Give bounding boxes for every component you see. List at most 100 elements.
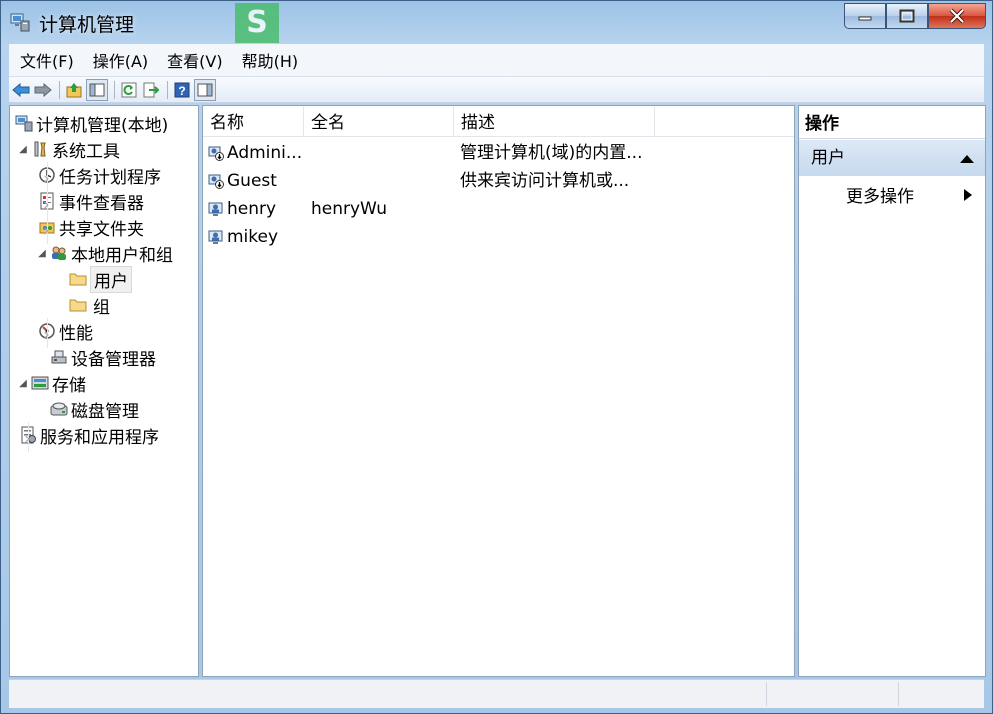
status-bar-panel	[898, 682, 987, 706]
user-name: Admini...	[227, 143, 303, 163]
action-section-users[interactable]: 用户	[799, 140, 985, 176]
menu-help[interactable]: 帮助(H)	[234, 48, 307, 72]
tree-node-users[interactable]: 用户	[67, 265, 132, 293]
user-icon	[208, 202, 223, 216]
folder-icon	[69, 296, 87, 314]
disk-icon	[50, 400, 68, 418]
menu-view[interactable]: 查看(V)	[159, 48, 230, 72]
tree-label: 本地用户和组	[71, 245, 173, 266]
window-title: 计算机管理	[39, 14, 135, 36]
tree-label: 存储	[52, 375, 86, 396]
collapse-arrow-icon[interactable]: ◢	[17, 144, 29, 155]
show-hide-action-pane-button[interactable]	[194, 78, 216, 101]
tree-label: 共享文件夹	[59, 219, 144, 240]
show-hide-tree-icon	[89, 83, 105, 96]
title-bar[interactable]: 计算机管理 S	[1, 1, 992, 43]
tree-node-computer-management[interactable]: 计算机管理(本地)	[13, 110, 168, 136]
user-name: henry	[227, 199, 277, 219]
tree-node-device-manager[interactable]: 设备管理器	[48, 344, 156, 370]
tree-node-groups[interactable]: 组	[67, 292, 110, 318]
more-actions-label: 更多操作	[846, 187, 914, 207]
column-header: 名称 全名 描述	[203, 106, 794, 137]
tree-label: 计算机管理(本地)	[36, 115, 169, 136]
console-tree: 计算机管理(本地) ◢ 系统工具 › 任务计划程序 › 事件查看器 › 共享文件…	[9, 105, 199, 677]
toolbar-separator	[167, 80, 168, 99]
collapse-arrow-icon[interactable]: ◢	[36, 248, 48, 259]
tree-node-event-viewer[interactable]: › 事件查看器	[36, 188, 144, 218]
computer-management-icon	[10, 13, 30, 32]
refresh-button[interactable]	[119, 80, 139, 100]
export-icon	[143, 82, 159, 97]
disabled-user-icon	[208, 146, 224, 161]
disabled-user-icon	[208, 174, 224, 189]
help-icon: ?	[174, 82, 190, 98]
user-name: mikey	[227, 227, 279, 247]
back-button[interactable]	[11, 80, 31, 100]
action-pane-title: 操作	[799, 106, 985, 139]
show-hide-action-icon	[197, 83, 213, 96]
folder-icon	[69, 270, 87, 288]
back-icon	[12, 82, 30, 97]
menu-file[interactable]: 文件(F)	[12, 48, 82, 72]
column-name-header[interactable]: 名称	[203, 106, 304, 136]
close-button[interactable]	[928, 3, 986, 29]
show-hide-tree-button[interactable]	[86, 78, 108, 101]
tree-label: 事件查看器	[59, 193, 144, 214]
toolbar-separator	[114, 80, 115, 99]
action-pane: 操作 用户 更多操作	[798, 105, 986, 677]
column-description-header[interactable]: 描述	[454, 106, 655, 136]
menu-bar: 文件(F) 操作(A) 查看(V) 帮助(H)	[9, 44, 984, 77]
user-description: 供来宾访问计算机或...	[460, 171, 630, 191]
status-bar-panel	[766, 682, 899, 706]
close-icon	[949, 8, 965, 24]
maximize-icon	[899, 9, 915, 23]
list-item-henry[interactable]: henry henryWu	[203, 195, 794, 223]
minimize-button[interactable]	[844, 3, 886, 29]
collapse-triangle-icon[interactable]	[959, 154, 975, 164]
tree-label: 任务计划程序	[59, 167, 161, 188]
computer-management-icon	[15, 114, 33, 132]
list-item-mikey[interactable]: mikey	[203, 223, 794, 251]
tree-node-services-applications[interactable]: › 服务和应用程序	[17, 422, 159, 452]
tree-label: 服务和应用程序	[40, 427, 159, 448]
user-description: 管理计算机(域)的内置...	[460, 143, 643, 163]
forward-icon	[34, 82, 52, 97]
refresh-icon	[121, 82, 137, 97]
menu-action[interactable]: 操作(A)	[85, 48, 156, 72]
tree-label: 性能	[59, 323, 93, 344]
tree-node-task-scheduler[interactable]: › 任务计划程序	[36, 162, 161, 192]
list-item-guest[interactable]: Guest 供来宾访问计算机或...	[203, 167, 794, 195]
toolbar: ?	[9, 77, 984, 103]
tree-node-performance[interactable]: › 性能	[36, 318, 93, 348]
list-item-administrator[interactable]: Admini... 管理计算机(域)的内置...	[203, 139, 794, 167]
tree-node-disk-management[interactable]: 磁盘管理	[48, 396, 139, 422]
users-groups-icon	[50, 244, 68, 262]
result-list: 名称 全名 描述 Admini... 管理计算机(域)的内置... Guest …	[202, 105, 795, 677]
submenu-arrow-icon[interactable]	[963, 188, 973, 202]
tree-label: 设备管理器	[71, 349, 156, 370]
up-folder-icon	[66, 82, 82, 97]
forward-button[interactable]	[33, 80, 53, 100]
tree-node-system-tools[interactable]: ◢ 系统工具	[17, 136, 120, 162]
tools-icon	[31, 140, 49, 158]
device-manager-icon	[50, 348, 68, 366]
up-one-level-button[interactable]	[64, 80, 84, 100]
minimize-icon	[858, 16, 872, 21]
collapse-arrow-icon[interactable]: ◢	[17, 378, 29, 389]
tree-label: 组	[93, 297, 110, 318]
column-fullname-header[interactable]: 全名	[304, 106, 454, 136]
svg-text:?: ?	[178, 84, 185, 98]
help-button[interactable]: ?	[172, 80, 192, 100]
export-list-button[interactable]	[141, 80, 161, 100]
status-bar	[9, 679, 984, 708]
tree-node-storage[interactable]: ◢ 存储	[17, 370, 86, 396]
caption-buttons	[844, 3, 986, 31]
expand-arrow-icon[interactable]: ›	[36, 318, 50, 348]
action-section-label: 用户	[811, 148, 845, 168]
user-icon	[208, 230, 223, 244]
tree-node-shared-folders[interactable]: › 共享文件夹	[36, 214, 144, 244]
maximize-button[interactable]	[886, 3, 928, 29]
more-actions-item[interactable]: 更多操作	[846, 182, 914, 207]
tree-node-local-users-groups[interactable]: ◢ 本地用户和组	[36, 240, 173, 266]
expand-arrow-icon[interactable]: ›	[17, 422, 31, 452]
